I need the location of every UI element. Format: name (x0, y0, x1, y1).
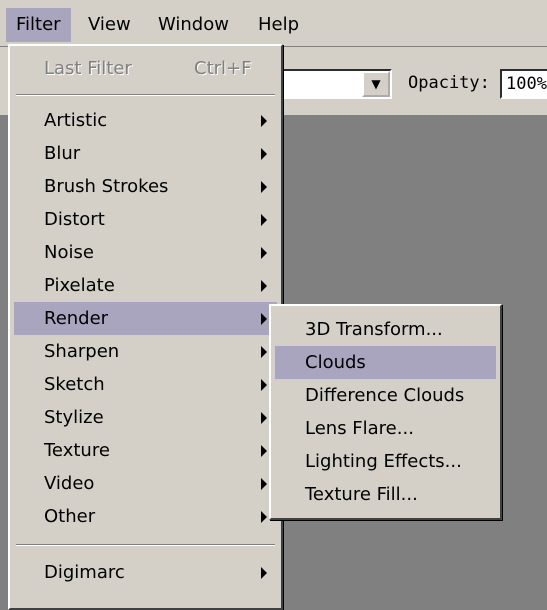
dropdown-arrow-icon[interactable]: ▼ (362, 71, 390, 97)
menu-item-texture-fill[interactable]: Texture Fill... (275, 478, 496, 511)
render-submenu: 3D Transform... Clouds Difference Clouds… (269, 304, 502, 520)
menu-item-label: Render (44, 308, 109, 329)
menu-item-label: Brush Strokes (44, 176, 169, 197)
menu-separator (16, 94, 275, 96)
menu-item-label: Texture (44, 440, 110, 461)
menu-item-texture[interactable]: Texture (14, 434, 277, 467)
menu-item-label: Lighting Effects... (305, 451, 462, 472)
submenu-arrow-icon (261, 247, 267, 259)
menu-item-label: Difference Clouds (305, 385, 465, 406)
menu-item-blur[interactable]: Blur (14, 137, 277, 170)
submenu-arrow-icon (261, 181, 267, 193)
menu-item-label: Last Filter (44, 58, 132, 79)
menu-separator (16, 544, 275, 546)
menu-item-label: Blur (44, 143, 81, 164)
menu-item-render[interactable]: Render (14, 302, 277, 335)
submenu-arrow-icon (261, 412, 267, 424)
menu-item-distort[interactable]: Distort (14, 203, 277, 236)
menu-item-difference-clouds[interactable]: Difference Clouds (275, 379, 496, 412)
menu-item-noise[interactable]: Noise (14, 236, 277, 269)
menu-item-label: Stylize (44, 407, 104, 428)
menu-item-label: Clouds (305, 352, 366, 373)
submenu-arrow-icon (261, 379, 267, 391)
menu-window[interactable]: Window (148, 8, 239, 42)
opacity-field[interactable]: 100% (500, 69, 547, 99)
submenu-arrow-icon (261, 214, 267, 226)
opacity-label: Opacity: (408, 73, 490, 93)
menu-item-other[interactable]: Other (14, 500, 277, 533)
submenu-arrow-icon (261, 313, 267, 325)
menu-item-label: Noise (44, 242, 94, 263)
menu-view[interactable]: View (78, 8, 141, 42)
menu-item-pixelate[interactable]: Pixelate (14, 269, 277, 302)
menu-item-shortcut: Ctrl+F (194, 58, 252, 79)
menu-item-last-filter: Last Filter Ctrl+F (14, 52, 277, 85)
submenu-arrow-icon (261, 346, 267, 358)
menu-item-label: 3D Transform... (305, 319, 443, 340)
submenu-arrow-icon (261, 148, 267, 160)
menu-item-clouds[interactable]: Clouds (275, 346, 496, 379)
menu-item-sketch[interactable]: Sketch (14, 368, 277, 401)
menu-bar: Filter View Window Help (0, 0, 547, 47)
menu-item-label: Other (44, 506, 96, 527)
submenu-arrow-icon (261, 445, 267, 457)
filter-menu: Last Filter Ctrl+F Artistic Blur Brush S… (8, 44, 283, 610)
menu-item-brush-strokes[interactable]: Brush Strokes (14, 170, 277, 203)
menu-item-sharpen[interactable]: Sharpen (14, 335, 277, 368)
menu-item-lighting-effects[interactable]: Lighting Effects... (275, 445, 496, 478)
menu-item-label: Video (44, 473, 95, 494)
menu-item-label: Sharpen (44, 341, 120, 362)
submenu-arrow-icon (261, 478, 267, 490)
submenu-arrow-icon (261, 280, 267, 292)
menu-item-lens-flare[interactable]: Lens Flare... (275, 412, 496, 445)
menu-item-artistic[interactable]: Artistic (14, 104, 277, 137)
submenu-arrow-icon (261, 567, 267, 579)
menu-item-label: Distort (44, 209, 105, 230)
submenu-arrow-icon (261, 115, 267, 127)
menu-help[interactable]: Help (248, 8, 309, 42)
menu-item-label: Sketch (44, 374, 105, 395)
menu-item-label: Lens Flare... (305, 418, 414, 439)
menu-item-3d-transform[interactable]: 3D Transform... (275, 313, 496, 346)
menu-item-stylize[interactable]: Stylize (14, 401, 277, 434)
menu-filter[interactable]: Filter (6, 8, 71, 42)
menu-item-label: Digimarc (44, 562, 125, 583)
menu-item-label: Texture Fill... (305, 484, 418, 505)
menu-item-video[interactable]: Video (14, 467, 277, 500)
menu-item-label: Pixelate (44, 275, 115, 296)
menu-item-label: Artistic (44, 110, 108, 131)
submenu-arrow-icon (261, 511, 267, 523)
menu-item-digimarc[interactable]: Digimarc (14, 556, 277, 589)
